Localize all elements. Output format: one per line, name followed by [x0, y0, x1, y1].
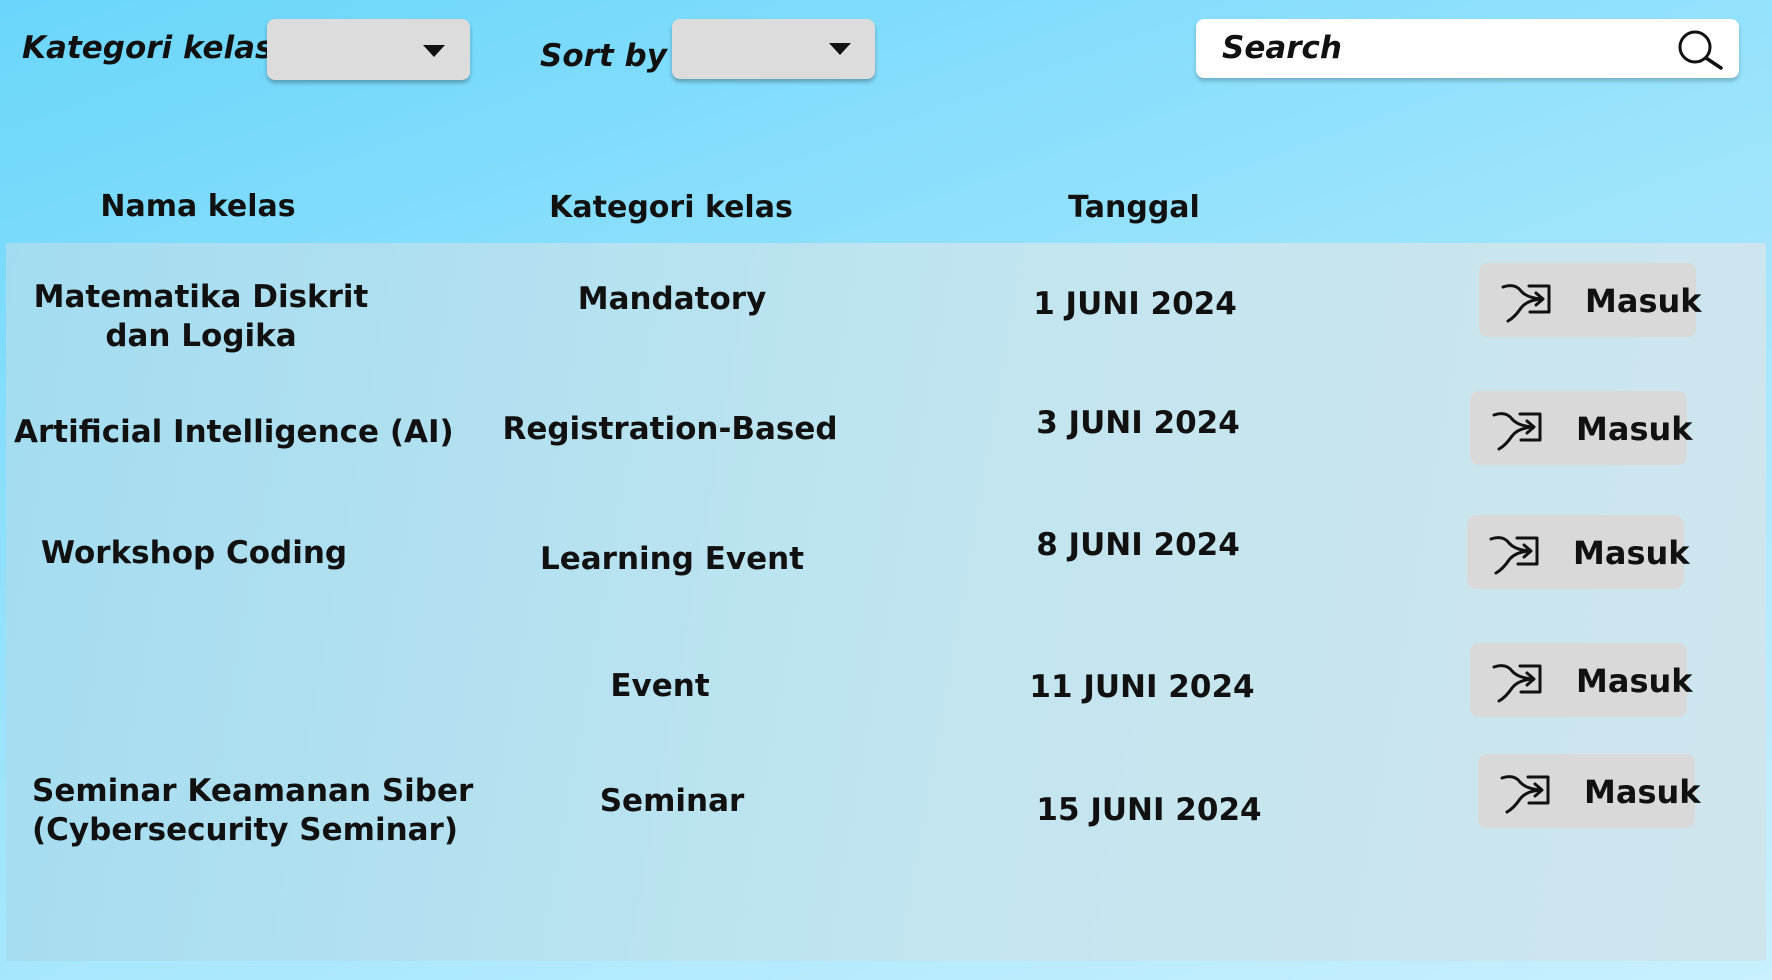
- class-name-line: Artificial Intelligence (AI): [14, 414, 454, 450]
- masuk-button-label: Masuk: [1573, 534, 1690, 572]
- class-category: Learning Event: [539, 541, 805, 577]
- class-date: 8 JUNI 2024: [1036, 527, 1240, 563]
- enter-arrow-icon: [1500, 775, 1550, 814]
- masuk-button-label: Masuk: [1585, 282, 1702, 320]
- chevron-down-icon: [829, 43, 851, 55]
- enter-arrow-icon: [1492, 664, 1542, 703]
- class-name: Matematika Diskrit dan Logika: [31, 278, 371, 356]
- search-placeholder: Search: [1222, 30, 1343, 66]
- masuk-button[interactable]: Masuk: [1470, 391, 1693, 465]
- class-name-line: (Cybersecurity Seminar): [32, 812, 459, 848]
- sort-by-label: Sort by: [540, 38, 667, 74]
- class-name: Workshop Coding: [24, 534, 364, 573]
- masuk-button[interactable]: Masuk: [1467, 515, 1690, 589]
- class-date: 3 JUNI 2024: [1036, 405, 1240, 441]
- masuk-button-label: Masuk: [1584, 773, 1701, 811]
- class-name-line: Workshop Coding: [40, 535, 348, 571]
- column-header-class-category: Kategori kelas: [549, 190, 793, 225]
- enter-arrow-icon: [1501, 284, 1551, 323]
- masuk-button-label: Masuk: [1576, 410, 1693, 448]
- category-dropdown[interactable]: [267, 19, 470, 80]
- chevron-down-icon: [423, 45, 445, 57]
- masuk-button[interactable]: Masuk: [1470, 643, 1693, 717]
- category-filter-label: Kategori kelas: [22, 30, 274, 66]
- enter-arrow-icon: [1489, 536, 1539, 575]
- class-date: 1 JUNI 2024: [1033, 286, 1237, 322]
- enter-arrow-icon: [1492, 412, 1542, 451]
- class-name: Seminar Keamanan Siber (Cybersecurity Se…: [32, 772, 474, 850]
- class-name-line: Matematika Diskrit: [33, 279, 369, 315]
- search-icon[interactable]: [1675, 29, 1725, 71]
- class-name-line: Seminar Keamanan Siber: [32, 773, 474, 809]
- masuk-button[interactable]: Masuk: [1478, 754, 1701, 828]
- masuk-button-label: Masuk: [1576, 662, 1693, 700]
- class-name-line: dan Logika: [105, 318, 297, 354]
- column-header-date: Tanggal: [1068, 190, 1200, 225]
- column-header-class-name: Nama kelas: [100, 189, 296, 224]
- class-category: Mandatory: [577, 281, 767, 317]
- masuk-button[interactable]: Masuk: [1479, 263, 1702, 337]
- class-date: 11 JUNI 2024: [1029, 669, 1255, 705]
- class-name: Artificial Intelligence (AI): [14, 413, 454, 452]
- search-input[interactable]: Search: [1196, 19, 1739, 78]
- sort-by-dropdown[interactable]: [672, 19, 875, 79]
- class-category: Registration-Based: [502, 411, 838, 447]
- class-category: Event: [610, 668, 710, 704]
- class-category: Seminar: [599, 783, 745, 819]
- class-date: 15 JUNI 2024: [1036, 792, 1262, 828]
